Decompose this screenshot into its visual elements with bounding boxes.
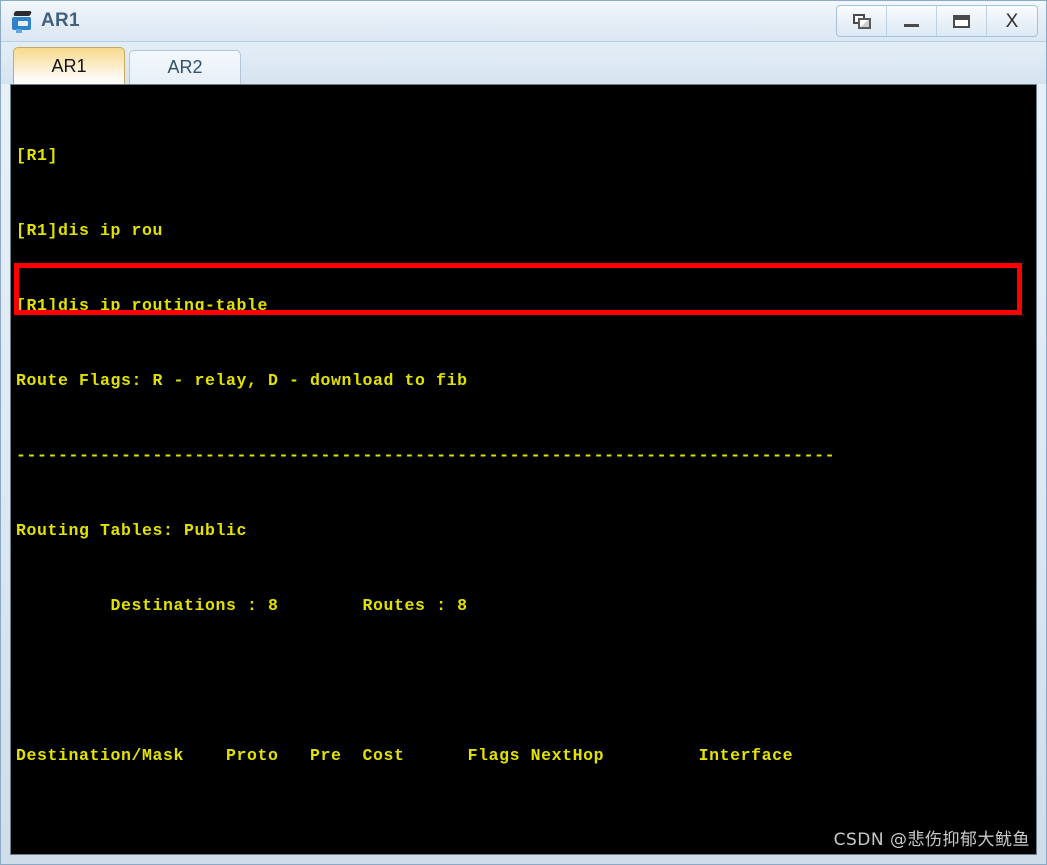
restore-icon <box>852 13 871 29</box>
terminal-line: Destinations : 8 Routes : 8 <box>16 596 468 615</box>
terminal-panel[interactable]: [R1] [R1]dis ip rou [R1]dis ip routing-t… <box>10 84 1037 855</box>
terminal-line: Routing Tables: Public <box>16 521 248 540</box>
minimize-button[interactable] <box>887 6 937 36</box>
terminal-line: [R1]dis ip rou <box>16 221 164 240</box>
ensp-console-window: AR1 X AR1 AR2 [R1] [R1]dis ip rou [R1]di… <box>0 0 1047 865</box>
title-bar: AR1 X <box>1 1 1046 42</box>
routing-table-header: Destination/Mask Proto Pre Cost Flags Ne… <box>16 746 794 765</box>
router-icon <box>11 10 35 33</box>
minimize-icon <box>904 24 919 27</box>
watermark-text: CSDN @悲伤抑郁大鱿鱼 <box>833 830 1030 850</box>
restore-button[interactable] <box>837 6 887 36</box>
close-icon: X <box>1005 10 1019 32</box>
window-title: AR1 <box>41 10 80 31</box>
tab-ar2-label: AR2 <box>167 57 203 77</box>
tab-strip: AR1 AR2 <box>1 42 1046 84</box>
terminal-line: [R1]dis ip routing-table <box>16 296 269 315</box>
maximize-icon <box>953 14 970 28</box>
terminal-line: [R1] <box>16 146 59 165</box>
terminal-line: Route Flags: R - relay, D - download to … <box>16 371 468 390</box>
maximize-button[interactable] <box>937 6 987 36</box>
terminal-output[interactable]: [R1] [R1]dis ip rou [R1]dis ip routing-t… <box>11 85 1036 854</box>
window-controls: X <box>836 5 1038 37</box>
tab-ar2[interactable]: AR2 <box>129 50 241 84</box>
terminal-separator: ----------------------------------------… <box>16 446 836 465</box>
tab-ar1[interactable]: AR1 <box>13 47 125 84</box>
close-button[interactable]: X <box>987 6 1037 36</box>
tab-ar1-label: AR1 <box>51 55 87 76</box>
